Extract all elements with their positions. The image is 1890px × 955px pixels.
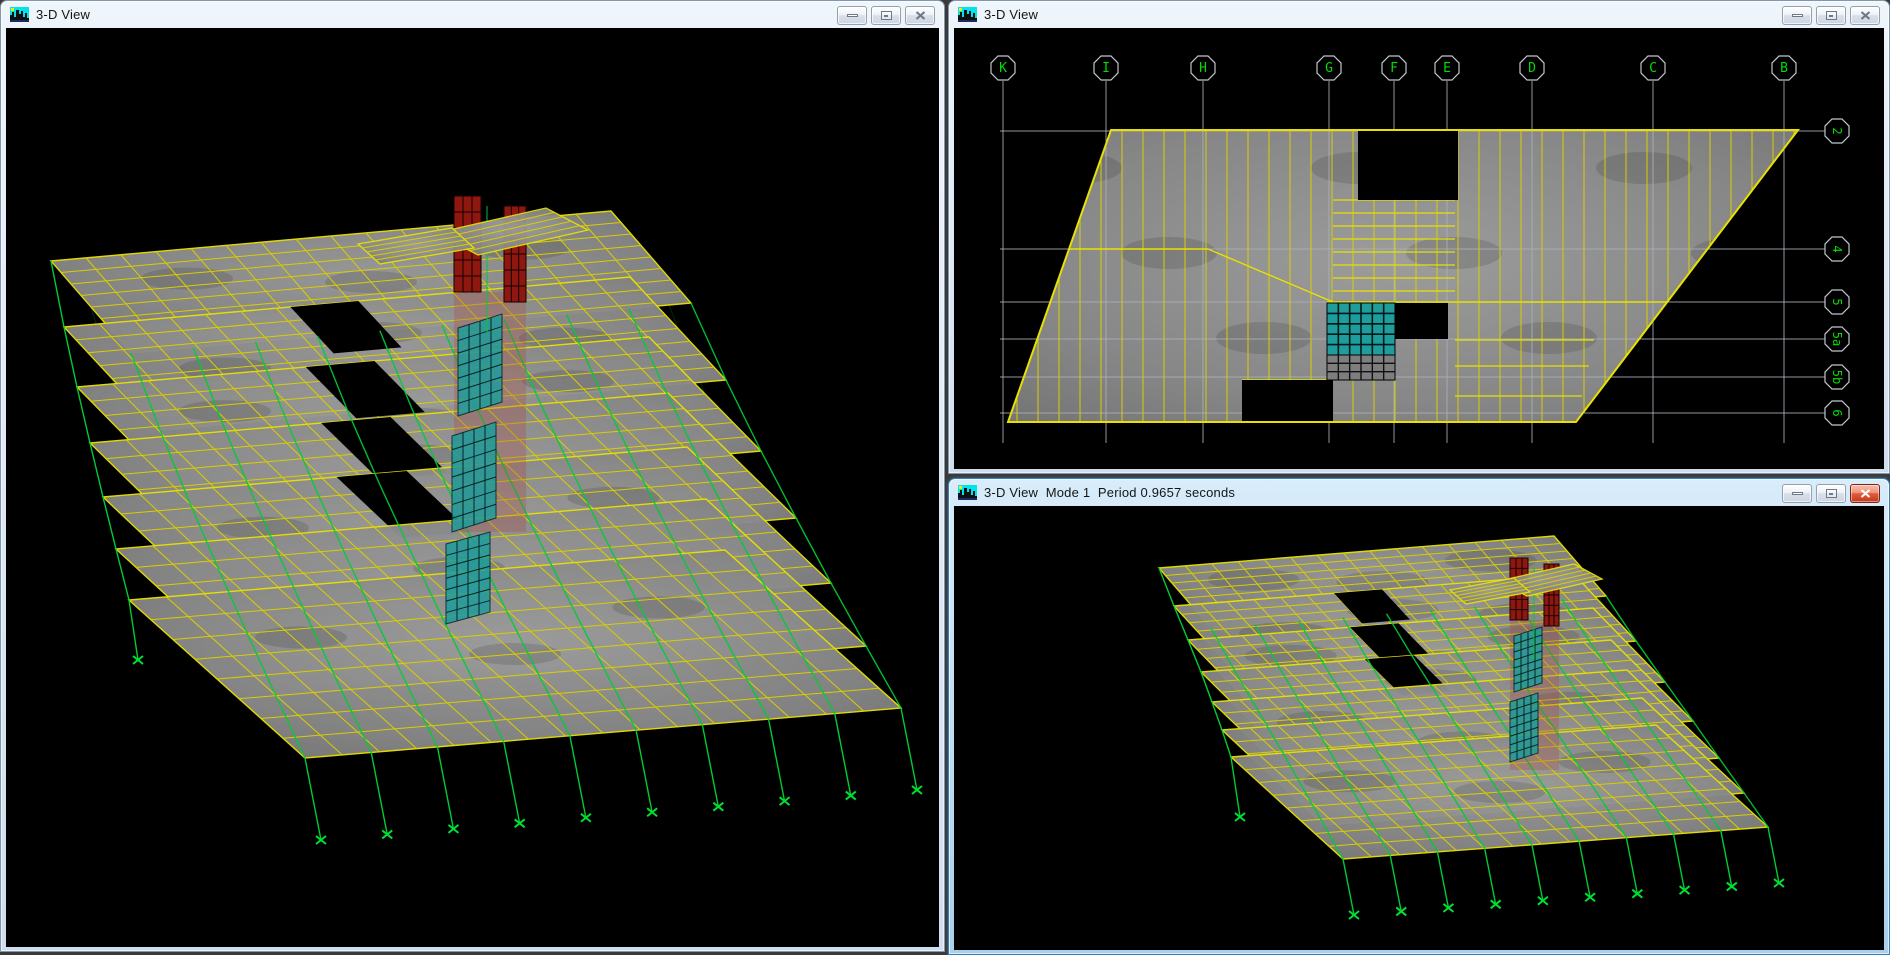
svg-text:G: G: [1325, 61, 1333, 76]
svg-text:5b: 5b: [1830, 370, 1844, 384]
restore-button[interactable]: [1816, 484, 1846, 503]
svg-text:D: D: [1528, 61, 1536, 76]
svg-text:5: 5: [1830, 298, 1844, 305]
close-icon: [915, 11, 926, 20]
svg-text:H: H: [1199, 61, 1207, 76]
restore-button[interactable]: [871, 6, 901, 25]
close-button[interactable]: [905, 6, 935, 25]
viewport-3d[interactable]: [6, 28, 939, 947]
window-title: 3-D View: [984, 7, 1038, 22]
restore-icon: [1826, 11, 1837, 20]
minimize-button[interactable]: [837, 6, 867, 25]
window-title: 3-D View: [36, 7, 90, 22]
restore-button[interactable]: [1816, 6, 1846, 25]
building-skyline-icon: [10, 7, 29, 22]
window-title: 3-D View Mode 1 Period 0.9657 seconds: [984, 485, 1235, 500]
svg-text:5a: 5a: [1830, 332, 1844, 346]
svg-text:2: 2: [1830, 127, 1844, 134]
minimize-icon: [847, 14, 858, 17]
window-plan-view: 3-D View K I H G F E D C B 2 4 5 5a 5b 6: [948, 0, 1890, 474]
close-icon: [1860, 11, 1871, 20]
minimize-icon: [1792, 14, 1803, 17]
restore-icon: [1826, 489, 1837, 498]
viewport-mode[interactable]: [954, 506, 1884, 950]
close-icon: [1860, 489, 1871, 498]
building-skyline-icon: [958, 485, 977, 500]
viewport-plan[interactable]: K I H G F E D C B 2 4 5 5a 5b 6: [954, 28, 1884, 469]
close-button[interactable]: [1850, 484, 1880, 503]
window-mode-view: 3-D View Mode 1 Period 0.9657 seconds: [948, 478, 1890, 955]
svg-text:E: E: [1443, 61, 1451, 76]
svg-text:F: F: [1390, 61, 1398, 76]
minimize-button[interactable]: [1782, 6, 1812, 25]
minimize-button[interactable]: [1782, 484, 1812, 503]
titlebar[interactable]: 3-D View: [1, 1, 944, 28]
svg-text:4: 4: [1830, 245, 1844, 252]
window-3d-view: 3-D View: [0, 0, 945, 952]
titlebar[interactable]: 3-D View Mode 1 Period 0.9657 seconds: [949, 479, 1889, 506]
building-skyline-icon: [958, 7, 977, 22]
titlebar[interactable]: 3-D View: [949, 1, 1889, 28]
svg-text:B: B: [1780, 61, 1788, 76]
svg-text:I: I: [1102, 61, 1110, 76]
minimize-icon: [1792, 492, 1803, 495]
close-button[interactable]: [1850, 6, 1880, 25]
svg-text:K: K: [999, 61, 1007, 76]
svg-text:6: 6: [1830, 409, 1844, 416]
mdi-workspace: { "mdi": { "background_color": "#3a3a3a"…: [0, 0, 1890, 955]
restore-icon: [881, 11, 892, 20]
svg-text:C: C: [1649, 61, 1657, 76]
